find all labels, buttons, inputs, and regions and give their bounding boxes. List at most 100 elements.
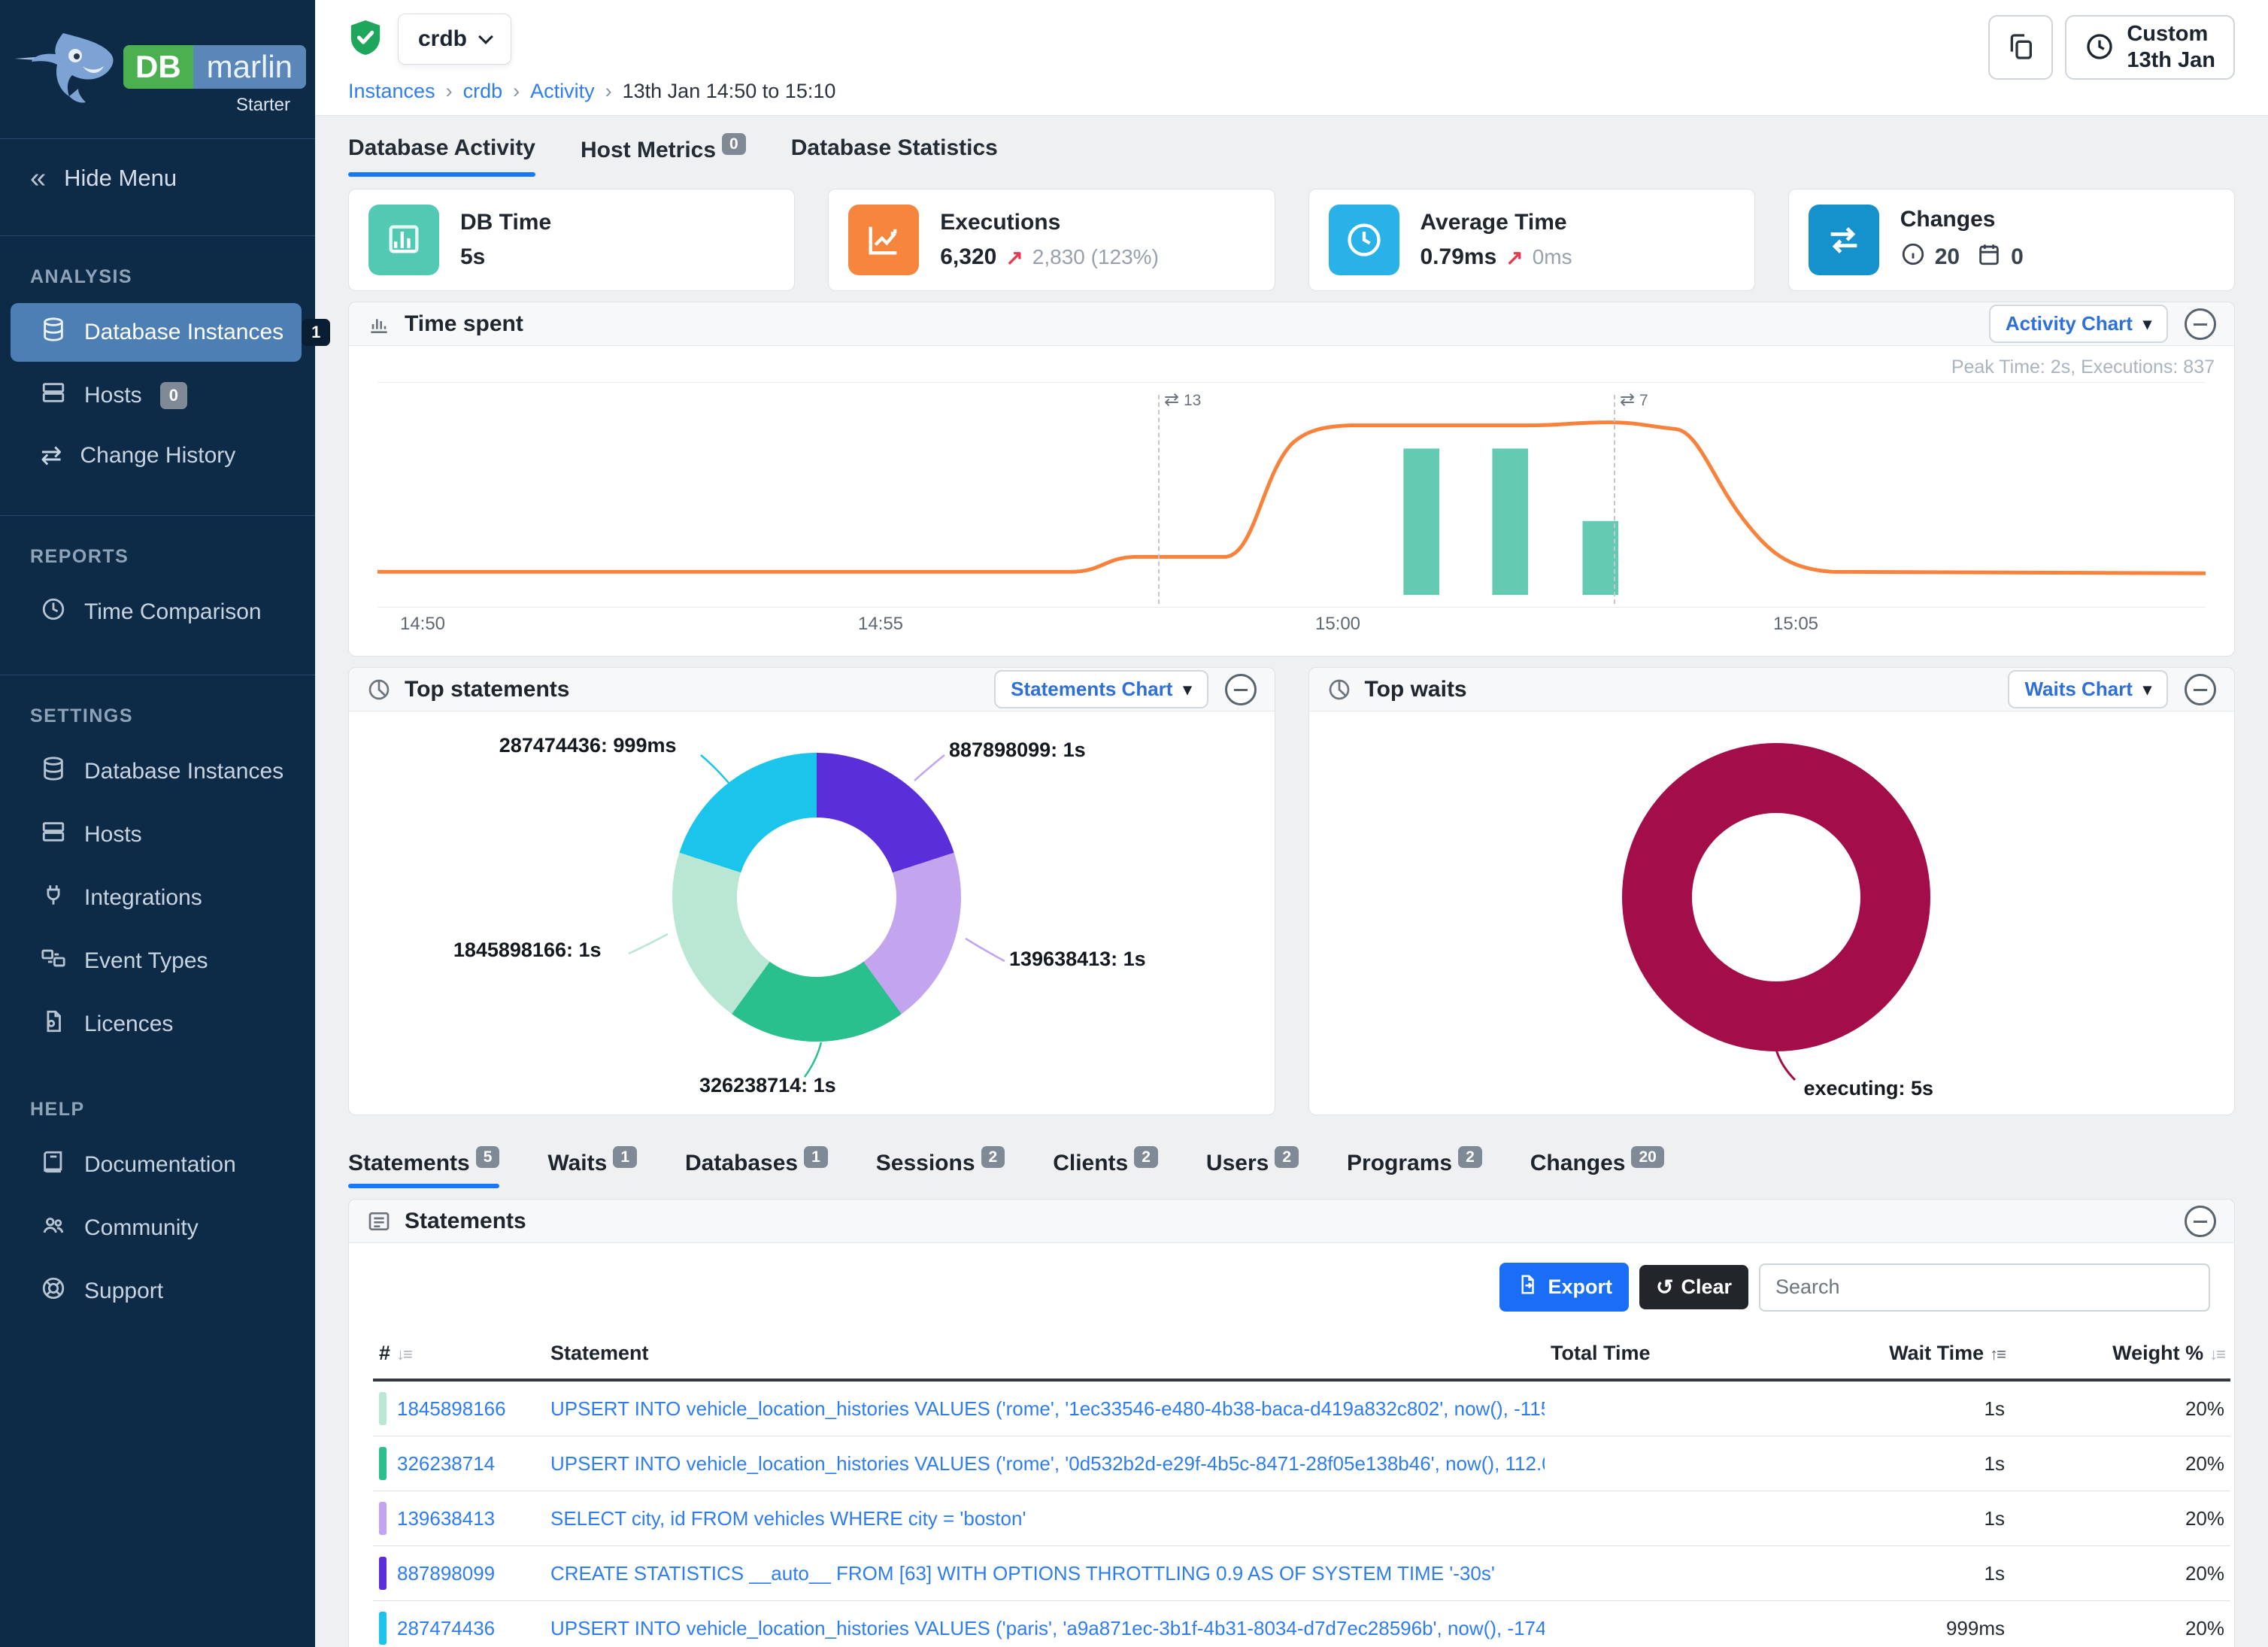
breadcrumb-crdb[interactable]: crdb [463,80,503,103]
sidebar-item-time-comparison[interactable]: Time Comparison [11,583,302,642]
detail-tab[interactable]: Changes20 [1530,1148,1664,1188]
sort-icon: ↑≡ [1990,1345,2005,1363]
swap-arrows-icon: ⇄ [1164,390,1179,410]
panel-title: Top waits [1365,677,1467,702]
search-input[interactable] [1759,1263,2210,1312]
sidebar-item-community[interactable]: Community [11,1199,302,1257]
arrow-up-icon: ↗ [1005,245,1023,270]
clear-button[interactable]: ↺ Clear [1639,1265,1748,1309]
statements-chart-selector[interactable]: Statements Chart▾ [994,670,1208,708]
pie-chart-icon [367,678,391,702]
x-axis-labels: 14:50 14:55 15:00 15:05 [377,614,2206,639]
statement-color-chip [379,1392,387,1425]
kpi-average-time: Average Time 0.79ms ↗ 0ms [1308,189,1755,291]
statement-sql-link[interactable]: UPSERT INTO vehicle_location_histories V… [550,1617,1545,1639]
sidebar-item-hosts[interactable]: Hosts 0 [11,366,302,425]
sidebar-item-documentation[interactable]: Documentation [11,1136,302,1194]
slice-label-executing: executing: 5s [1804,1077,1934,1100]
time-range-button[interactable]: Custom 13th Jan [2065,15,2235,80]
hide-menu-button[interactable]: « Hide Menu [0,139,315,217]
export-button[interactable]: Export [1499,1263,1629,1312]
count-badge: 0 [160,382,187,409]
activity-chart-selector[interactable]: Activity Chart▾ [1989,305,2168,343]
detail-tab[interactable]: Sessions2 [876,1148,1005,1188]
statement-sql-link[interactable]: CREATE STATISTICS __auto__ FROM [63] WIT… [550,1562,1495,1585]
sidebar-item-database-instances-settings[interactable]: Database Instances [11,742,302,801]
dbmarlin-app: DB marlin Starter « Hide Menu ANALYSIS D… [0,0,2268,1647]
statement-color-chip [379,1557,387,1590]
statements-donut[interactable] [672,753,961,1042]
caret-down-icon: ▾ [2143,314,2151,334]
sidebar-item-event-types[interactable]: Event Types [11,932,302,990]
statement-id-link[interactable]: 1845898166 [397,1397,506,1421]
breadcrumb-activity[interactable]: Activity [530,80,595,103]
main-tab[interactable]: Database Activity [348,135,535,177]
main-tab[interactable]: Database Statistics [791,135,998,177]
statement-id-link[interactable]: 887898099 [397,1562,495,1585]
waits-chart-selector[interactable]: Waits Chart▾ [2008,670,2168,708]
wait-time-value: 999ms [1785,1601,2011,1647]
main-tab[interactable]: Host Metrics0 [581,135,746,177]
breadcrumb-instances[interactable]: Instances [348,80,435,103]
tab-badge: 2 [1458,1146,1482,1168]
swap-arrows-icon: ⇄ [41,443,62,469]
waits-donut[interactable] [1622,743,1930,1051]
detail-tab[interactable]: Programs2 [1347,1148,1482,1188]
sidebar-item-support[interactable]: Support [11,1262,302,1321]
statement-id-link[interactable]: 287474436 [397,1617,495,1640]
bar-chart-icon [367,312,391,336]
sidebar-item-database-instances[interactable]: Database Instances 1 [11,303,302,362]
clock-icon [41,596,66,628]
statement-id-link[interactable]: 139638413 [397,1507,495,1530]
statement-sql-link[interactable]: UPSERT INTO vehicle_location_histories V… [550,1452,1545,1475]
kpi-value: 0.79ms [1421,244,1497,270]
plug-icon [41,882,66,914]
table-toolbar: Export ↺ Clear [373,1243,2210,1328]
info-icon [1900,241,1926,273]
tab-badge: 2 [1134,1146,1158,1168]
sidebar-section-help: HELP Documentation Community Support [0,1069,315,1336]
statement-sql-link[interactable]: UPSERT INTO vehicle_location_histories V… [550,1397,1545,1420]
peak-note: Peak Time: 2s, Executions: 837 [1951,356,2215,378]
slice-label-326238714: 326238714: 1s [699,1074,836,1097]
detail-tab[interactable]: Users2 [1206,1148,1299,1188]
statement-color-chip [379,1502,387,1535]
sidebar-item-change-history[interactable]: ⇄ Change History [11,429,302,482]
breadcrumb: Instances › crdb › Activity › 13th Jan 1… [348,80,2235,103]
column-total-time[interactable]: Total Time [1545,1328,1785,1380]
column-wait-time[interactable]: Wait Time↑≡ [1785,1328,2011,1380]
statement-sql-link[interactable]: SELECT city, id FROM vehicles WHERE city… [550,1507,1026,1530]
chevron-down-icon [478,29,493,44]
copy-link-button[interactable] [1988,15,2053,80]
change-marker[interactable]: ⇄ 13 [1158,395,1160,604]
statement-color-chip [379,1612,387,1645]
collapse-panel-icon[interactable] [2185,674,2216,705]
detail-tab[interactable]: Databases1 [685,1148,828,1188]
section-title: SETTINGS [0,693,315,738]
activity-plot[interactable]: ⇄ 13 ⇄ 7 [377,382,2206,608]
server-icon [41,380,66,411]
detail-tab[interactable]: Clients2 [1053,1148,1158,1188]
sidebar-item-integrations[interactable]: Integrations [11,869,302,927]
brand-logo: DB marlin Starter [0,0,315,120]
kpi-delta: 2,830 (123%) [1032,245,1159,269]
detail-tab[interactable]: Waits1 [547,1148,637,1188]
book-icon [41,1149,66,1181]
column-id[interactable]: #↓≡ [373,1328,544,1380]
collapse-panel-icon[interactable] [2185,1206,2216,1237]
caret-down-icon: ▾ [2143,680,2151,699]
column-statement[interactable]: Statement [544,1328,1545,1380]
statement-id-link[interactable]: 326238714 [397,1452,495,1476]
database-icon [41,317,66,348]
brand-marlin: marlin [193,45,306,89]
instance-selector-button[interactable]: crdb [398,14,511,65]
x-tick: 15:00 [1315,614,1360,635]
collapse-panel-icon[interactable] [1225,674,1257,705]
collapse-panel-icon[interactable] [2185,308,2216,340]
sidebar-item-licences[interactable]: Licences [11,995,302,1054]
clock-icon [1329,205,1399,275]
column-weight[interactable]: Weight %↓≡ [2011,1328,2230,1380]
change-marker[interactable]: ⇄ 7 [1614,395,1615,604]
sidebar-item-hosts-settings[interactable]: Hosts [11,805,302,864]
detail-tab[interactable]: Statements5 [348,1148,499,1188]
